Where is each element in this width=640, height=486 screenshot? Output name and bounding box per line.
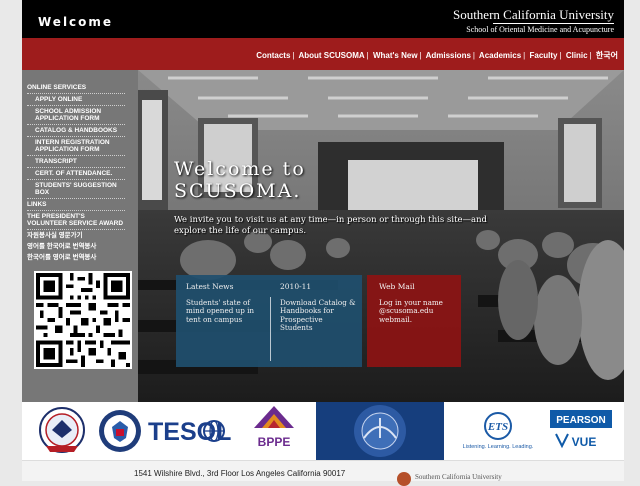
sidebar-item-korean-1[interactable]: 자원봉사실 영문가기	[27, 230, 125, 241]
volunteer-service-award-logo[interactable]	[32, 402, 92, 460]
latest-news-text[interactable]: Students' state of mind opened up in ten…	[186, 298, 266, 325]
sidebar-heading-links: LINKS	[27, 199, 125, 211]
pearson-vue-logo[interactable]: PEARSON VUE	[548, 402, 614, 460]
webmail-box[interactable]: Web Mail Log in your name @scusoma.edu w…	[379, 282, 455, 325]
hero-title: Welcome to SCUSOMA.	[174, 158, 306, 202]
sidebar-item-transcript[interactable]: TRANSCRIPT	[27, 156, 125, 168]
hero-title-line2: SCUSOMA.	[174, 180, 302, 202]
nav-faculty[interactable]: Faculty	[529, 51, 557, 60]
sidebar-item-korean-2[interactable]: 영어를 한국어로 번역봉사	[27, 241, 125, 252]
nav-separator: |	[472, 51, 475, 60]
sidebar-item-suggestion-box[interactable]: STUDENTS' SUGGESTION BOX	[27, 180, 125, 199]
nav-separator: |	[366, 51, 369, 60]
nav-admissions[interactable]: Admissions	[426, 51, 471, 60]
page-frame: Welcome Southern California University S…	[22, 0, 624, 486]
partner-logos: TESOL BPPE ETS Listening. Learning. Lead…	[22, 402, 624, 460]
nav-separator: |	[559, 51, 562, 60]
brand-divider	[492, 23, 614, 24]
ets-tagline: Listening. Learning. Leading.	[463, 444, 534, 450]
hero-banner: Welcome to SCUSOMA. We invite you to vis…	[138, 70, 624, 402]
panel-divider	[270, 297, 271, 361]
qr-code	[34, 271, 132, 369]
hero-title-line1: Welcome to	[174, 158, 306, 180]
vue-text: VUE	[572, 435, 597, 449]
sidebar-item-cert-attendance[interactable]: CERT. OF ATTENDANCE.	[27, 168, 125, 180]
main-nav: Contacts | About SCUSOMA | What's New | Adm…	[22, 38, 624, 70]
sidebar-item-catalog[interactable]: CATALOG & HANDBOOKS	[27, 125, 125, 137]
sidebar-item-korean-3[interactable]: 한국어를 영어로 번역봉사	[27, 252, 125, 263]
webmail-panel[interactable]: Web Mail Log in your name @scusoma.edu w…	[367, 275, 461, 367]
nav-about[interactable]: About SCUSOMA	[298, 51, 364, 60]
sidebar: ONLINE SERVICES APPLY ONLINE SCHOOL ADMI…	[22, 70, 138, 402]
catalog-heading: 2010-11	[280, 282, 312, 291]
nav-separator: |	[589, 51, 592, 60]
webmail-text[interactable]: Log in your name @scusoma.edu webmail.	[379, 298, 455, 325]
nav-contacts[interactable]: Contacts	[256, 51, 290, 60]
sidebar-heading-online-services: ONLINE SERVICES	[27, 82, 125, 94]
brand-subtitle: School of Oriental Medicine and Acupunct…	[466, 25, 614, 34]
catalog-box[interactable]: 2010-11 Download Catalog & Handbooks for…	[280, 282, 356, 333]
nav-korean[interactable]: 한국어	[596, 51, 618, 60]
sidebar-item-volunteer-award[interactable]: THE PRESIDENT'S VOLUNTEER SERVICE AWARD	[27, 211, 125, 230]
nav-separator: |	[292, 51, 295, 60]
sidebar-menu: ONLINE SERVICES APPLY ONLINE SCHOOL ADMI…	[27, 82, 125, 263]
brand-name: Southern California University	[452, 7, 614, 22]
nav-separator: |	[523, 51, 526, 60]
tesol-logo[interactable]: TESOL	[146, 402, 242, 460]
university-seal-icon	[397, 472, 411, 486]
latest-news-box[interactable]: Latest News Students' state of mind open…	[186, 282, 266, 325]
department-of-education-seal[interactable]	[316, 402, 444, 460]
ets-logo[interactable]: ETS Listening. Learning. Leading.	[456, 402, 544, 460]
sidebar-item-intern-registration[interactable]: INTERN REGISTRATION APPLICATION FORM	[27, 137, 125, 156]
ets-text: ETS	[487, 421, 508, 433]
brand-logo[interactable]: Southern California University School of…	[453, 8, 614, 34]
top-bar: Welcome Southern California University S…	[22, 0, 624, 38]
webmail-heading: Web Mail	[379, 282, 415, 291]
nav-separator: |	[419, 51, 422, 60]
bppe-logo[interactable]: BPPE	[244, 402, 304, 460]
sidebar-item-admission-form[interactable]: SCHOOL ADMISSION APPLICATION FORM	[27, 106, 125, 125]
footer: 1541 Wilshire Blvd., 3rd Floor Los Angel…	[22, 460, 624, 486]
nav-academics[interactable]: Academics	[479, 51, 521, 60]
nav-links: Contacts | About SCUSOMA | What's New | Adm…	[256, 50, 618, 61]
latest-news-heading: Latest News	[186, 282, 234, 291]
homeland-security-seal[interactable]	[96, 402, 144, 460]
hero-subtitle: We invite you to visit us at any time—in…	[174, 215, 487, 236]
catalog-text[interactable]: Download Catalog & Handbooks for Prospec…	[280, 298, 356, 333]
nav-clinic[interactable]: Clinic	[566, 51, 588, 60]
news-catalog-panel: Latest News Students' state of mind open…	[176, 275, 362, 367]
sidebar-item-apply-online[interactable]: APPLY ONLINE	[27, 94, 125, 106]
bppe-text: BPPE	[258, 435, 291, 449]
footer-address: 1541 Wilshire Blvd., 3rd Floor Los Angel…	[134, 469, 346, 478]
welcome-label: Welcome	[38, 15, 114, 29]
nav-whats-new[interactable]: What's New	[373, 51, 418, 60]
pearson-text: PEARSON	[556, 415, 605, 426]
